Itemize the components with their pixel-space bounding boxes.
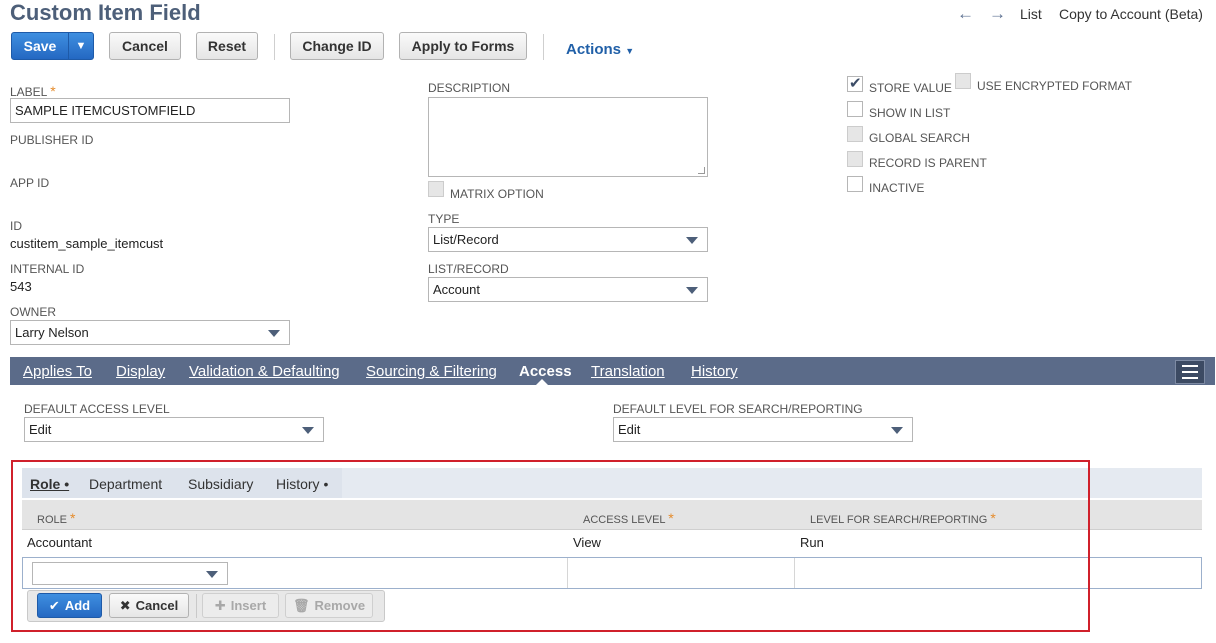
tab-applies-to[interactable]: Applies To [23,363,92,380]
list-record-value: Account [433,282,480,297]
matrix-option-checkbox [428,181,444,197]
page-title: Custom Item Field [10,0,201,25]
owner-label: OWNER [10,305,56,319]
tab-history[interactable]: History [691,363,738,380]
use-encrypted-label: USE ENCRYPTED FORMAT [977,79,1132,93]
global-search-checkbox [847,126,863,142]
actions-menu[interactable]: Actions ▼ [566,41,634,58]
save-button-group[interactable]: Save ▼ [11,32,94,60]
record-is-parent-checkbox [847,151,863,167]
show-in-list-checkbox[interactable] [847,101,863,117]
reset-button[interactable]: Reset [196,32,258,60]
description-label: DESCRIPTION [428,81,511,95]
global-search-label: GLOBAL SEARCH [869,131,970,145]
forward-arrow-icon[interactable]: → [989,4,1006,24]
inactive-label: INACTIVE [869,181,925,195]
label-input[interactable]: SAMPLE ITEMCUSTOMFIELD [10,98,290,123]
list-record-label: LIST/RECORD [428,262,509,276]
chevron-down-icon [302,427,314,434]
tab-translation[interactable]: Translation [591,363,665,380]
store-value-label: STORE VALUE [869,81,952,95]
chevron-down-icon [891,427,903,434]
app-id-label: APP ID [10,176,50,190]
active-tab-indicator [535,379,549,386]
label-field-label: LABEL * [10,83,56,99]
description-textarea[interactable] [428,97,708,177]
id-value: custitem_sample_itemcust [10,236,164,251]
default-search-level-label: DEFAULT LEVEL FOR SEARCH/REPORTING [613,402,863,416]
caret-down-icon: ▼ [625,46,635,56]
tab-display[interactable]: Display [116,363,165,380]
actions-label: Actions [566,41,622,58]
required-icon: * [50,83,56,99]
id-label: ID [10,219,22,233]
store-value-checkbox[interactable] [847,74,863,92]
apply-to-forms-button[interactable]: Apply to Forms [399,32,527,60]
change-id-button[interactable]: Change ID [290,32,384,60]
save-dropdown-icon[interactable]: ▼ [69,33,93,59]
chevron-down-icon [686,237,698,244]
chevron-down-icon [686,287,698,294]
list-record-select[interactable]: Account [428,277,708,302]
default-search-level-select[interactable]: Edit [613,417,913,442]
resize-grip-icon[interactable] [698,167,705,174]
inactive-checkbox[interactable] [847,176,863,192]
type-select[interactable]: List/Record [428,227,708,252]
toolbar-divider [543,34,544,60]
publisher-id-label: PUBLISHER ID [10,133,94,147]
use-encrypted-checkbox [955,73,971,89]
tab-validation-defaulting[interactable]: Validation & Defaulting [189,363,340,380]
back-arrow-icon[interactable]: ← [957,4,974,24]
toolbar-divider [274,34,275,60]
matrix-option-label: MATRIX OPTION [450,187,544,201]
type-label: TYPE [428,212,460,226]
tab-sourcing-filtering[interactable]: Sourcing & Filtering [366,363,497,380]
default-search-level-value: Edit [618,422,641,437]
owner-select[interactable]: Larry Nelson [10,320,290,345]
show-in-list-label: SHOW IN LIST [869,106,951,120]
tab-access[interactable]: Access [519,363,572,380]
chevron-down-icon [268,330,280,337]
internal-id-label: INTERNAL ID [10,262,85,276]
default-access-level-value: Edit [29,422,52,437]
list-link[interactable]: List [1020,6,1042,22]
owner-value: Larry Nelson [15,325,89,340]
save-button[interactable]: Save [12,33,69,59]
copy-to-account-link[interactable]: Copy to Account (Beta) [1059,6,1203,22]
record-is-parent-label: RECORD IS PARENT [869,156,987,170]
type-value: List/Record [433,232,499,247]
default-access-level-select[interactable]: Edit [24,417,324,442]
tab-menu-icon[interactable] [1175,360,1205,384]
internal-id-value: 543 [10,279,32,294]
default-access-level-label: DEFAULT ACCESS LEVEL [24,402,170,416]
highlight-box [11,460,1090,632]
cancel-button[interactable]: Cancel [109,32,181,60]
